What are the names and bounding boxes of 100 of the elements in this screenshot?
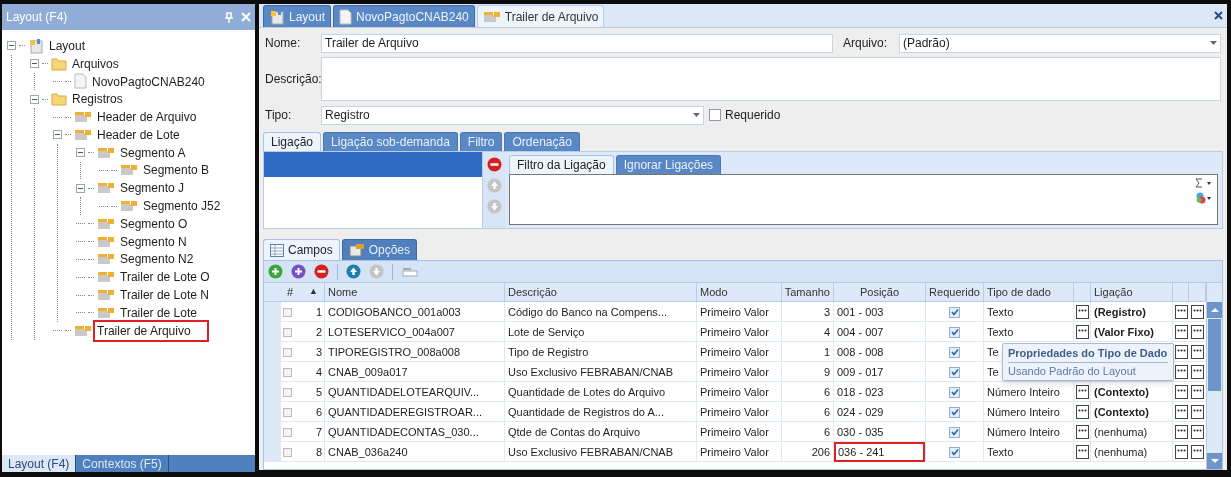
required-checkbox[interactable] <box>949 386 960 398</box>
required-checkbox[interactable] <box>949 366 960 378</box>
file-dropdown[interactable]: (Padrão) <box>899 33 1221 53</box>
ellipsis-button[interactable] <box>1191 345 1204 359</box>
ellipsis-button[interactable] <box>1174 325 1188 339</box>
ellipsis-button[interactable] <box>1174 345 1188 359</box>
collapse-toggle[interactable] <box>53 130 62 140</box>
insert-button[interactable] <box>291 264 306 279</box>
required-checkbox[interactable] <box>949 306 960 318</box>
close-icon[interactable] <box>1214 11 1223 20</box>
collapse-toggle[interactable] <box>30 59 39 69</box>
collapse-toggle[interactable] <box>7 41 16 51</box>
tab[interactable]: Filtro da Ligação <box>509 155 614 174</box>
collapse-toggle[interactable] <box>30 94 39 104</box>
move-up-button[interactable] <box>346 264 361 279</box>
column-header[interactable]: Nome <box>325 283 505 301</box>
ellipsis-icon <box>1193 408 1202 412</box>
ellipsis-button[interactable] <box>1191 445 1204 459</box>
required-checkbox[interactable] <box>949 346 960 358</box>
tree-item[interactable]: Registros <box>70 90 125 109</box>
table-cell: Lote de Serviço <box>505 322 697 342</box>
row-number: 4 <box>315 364 322 380</box>
table-cell-text: 004 - 007 <box>836 324 885 340</box>
tab[interactable]: Campos <box>263 239 340 260</box>
dropdown-caret-icon[interactable] <box>693 113 700 117</box>
tree-item[interactable]: Segmento A <box>118 143 188 162</box>
ellipsis-button[interactable] <box>1075 405 1089 419</box>
tree-item[interactable]: Layout <box>47 36 88 55</box>
collapse-toggle[interactable] <box>76 148 85 158</box>
sum-icon[interactable] <box>1195 178 1213 188</box>
filter-editor[interactable] <box>509 174 1218 225</box>
column-header[interactable]: Ligação <box>1091 283 1173 301</box>
ellipsis-button[interactable] <box>1191 425 1204 439</box>
ellipsis-button[interactable] <box>1174 305 1188 319</box>
ellipsis-button[interactable] <box>1191 405 1204 419</box>
ellipsis-button[interactable] <box>1191 365 1204 379</box>
ellipsis-icon <box>1176 448 1186 452</box>
column-header[interactable]: Posição <box>834 283 926 301</box>
panel-tab[interactable]: Layout (F4) <box>2 455 77 472</box>
column-header[interactable]: Requerido <box>926 283 984 301</box>
scrollbar[interactable] <box>1206 283 1222 469</box>
document-tab[interactable]: Trailer de Arquivo <box>476 5 605 27</box>
dropdown-caret-icon[interactable] <box>1210 41 1217 45</box>
tab[interactable]: Opções <box>341 239 418 260</box>
tree-item[interactable]: Trailer de Arquivo <box>95 321 207 340</box>
record-icon <box>97 146 115 159</box>
remove-button[interactable] <box>486 157 502 172</box>
column-header[interactable]: Modo <box>697 283 782 301</box>
position-input[interactable]: 036 - 241 <box>834 442 925 462</box>
tab[interactable]: Ligação <box>263 132 322 151</box>
tree-item[interactable]: Segmento B <box>141 161 212 180</box>
table-cell: Primeiro Valor <box>697 422 782 442</box>
ellipsis-button[interactable] <box>1174 445 1188 459</box>
tree-item[interactable]: Segmento N2 <box>118 250 196 269</box>
column-header[interactable]: # <box>287 283 294 301</box>
type-dropdown[interactable]: Registro <box>321 105 704 125</box>
ellipsis-button[interactable] <box>1075 425 1089 439</box>
tree-item[interactable]: Segmento J <box>118 179 187 198</box>
ellipsis-button[interactable] <box>1174 405 1188 419</box>
column-header[interactable]: Descrição <box>505 283 697 301</box>
required-checkbox[interactable] <box>709 109 721 121</box>
collapse-toggle[interactable] <box>76 183 85 193</box>
ellipsis-button[interactable] <box>1174 425 1188 439</box>
table-cell: Número Inteiro <box>984 422 1074 442</box>
tree-item[interactable]: Arquivos <box>70 54 121 73</box>
binding-list[interactable] <box>264 152 483 228</box>
tree-item[interactable]: Header de Arquivo <box>95 108 199 127</box>
tree-item[interactable]: Header de Lote <box>95 125 182 144</box>
ellipsis-button[interactable] <box>1075 445 1089 459</box>
add-button[interactable] <box>268 264 283 279</box>
ellipsis-button[interactable] <box>1075 305 1089 319</box>
ellipsis-button[interactable] <box>1174 365 1188 379</box>
ellipsis-icon <box>1176 308 1186 312</box>
table-cell: Texto <box>984 322 1074 342</box>
tree-item[interactable]: Trailer de Lote O <box>118 268 212 287</box>
required-checkbox[interactable] <box>949 406 960 418</box>
tree-item[interactable]: Trailer de Lote <box>118 303 199 322</box>
ellipsis-button[interactable] <box>1075 325 1089 339</box>
remove-button[interactable] <box>314 264 329 279</box>
ellipsis-button[interactable] <box>1191 385 1204 399</box>
name-field[interactable]: Trailer de Arquivo <box>321 33 833 53</box>
palette-icon[interactable] <box>1195 192 1213 204</box>
tree-item[interactable]: Segmento J52 <box>141 197 223 216</box>
ellipsis-button[interactable] <box>1191 305 1204 319</box>
column-header[interactable]: Tipo de dado <box>984 283 1074 301</box>
required-checkbox[interactable] <box>949 426 960 438</box>
ellipsis-icon <box>1077 448 1087 452</box>
required-checkbox[interactable] <box>949 446 960 458</box>
tree-item[interactable]: Segmento O <box>118 214 190 233</box>
required-checkbox[interactable] <box>949 326 960 338</box>
tree-item[interactable]: Trailer de Lote N <box>118 286 211 305</box>
column-header[interactable]: Tamanho <box>782 283 834 301</box>
description-field[interactable] <box>321 57 1221 101</box>
tree-item[interactable]: NovoPagtoCNAB240 <box>90 72 207 91</box>
ellipsis-button[interactable] <box>1191 325 1204 339</box>
ellipsis-button[interactable] <box>1174 385 1188 399</box>
tree-item[interactable]: Segmento N <box>118 232 189 251</box>
ellipsis-button[interactable] <box>1075 385 1089 399</box>
record-icon <box>97 235 115 248</box>
sort-indicator[interactable]: ▲ <box>309 285 318 299</box>
